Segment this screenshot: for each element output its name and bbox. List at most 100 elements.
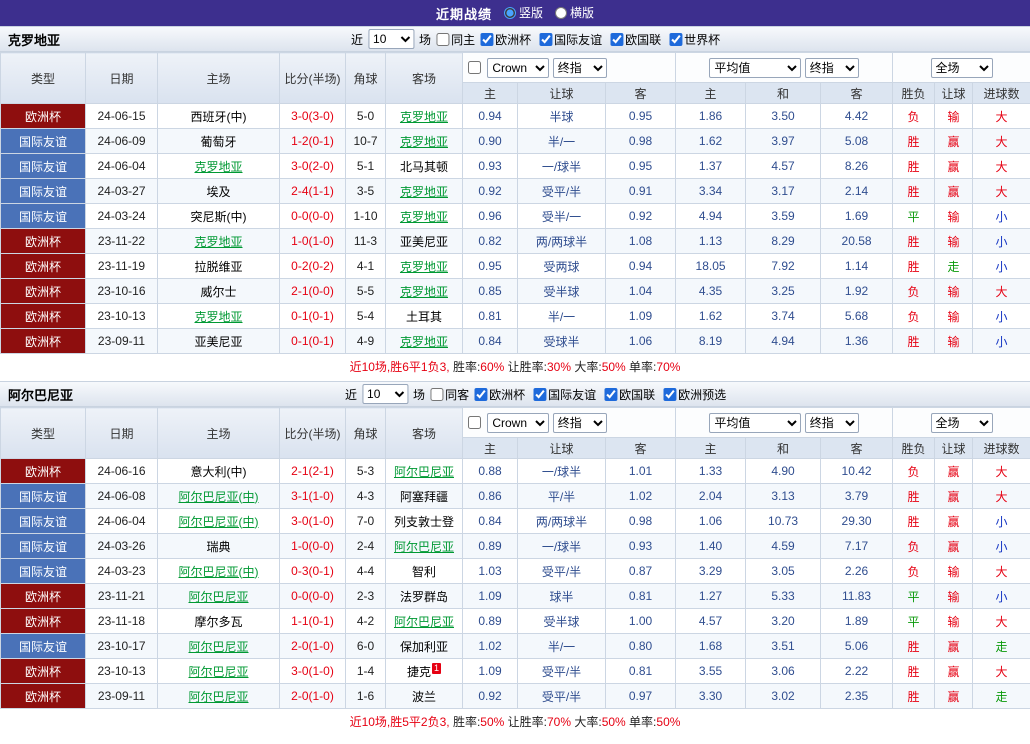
home-team[interactable]: 阿尔巴尼亚(中): [157, 483, 280, 509]
asian-away-odds: 0.91: [604, 178, 677, 204]
home-team[interactable]: 阿尔巴尼亚(中): [157, 558, 280, 584]
scope-select[interactable]: 全场: [930, 57, 993, 78]
euro-period-select[interactable]: 终指: [804, 412, 859, 433]
euro-avg-select[interactable]: 平均值: [709, 412, 802, 433]
win-loss-result: 平: [892, 203, 936, 229]
same-venue-checkbox-input[interactable]: [436, 32, 450, 46]
layout-radio-label: 横版: [570, 6, 595, 21]
corner-score: 5-4: [345, 303, 386, 329]
competition-checkbox[interactable]: 国际友谊: [539, 31, 602, 48]
bookmaker-period-select[interactable]: 终指: [552, 412, 607, 433]
layout-radio-input[interactable]: [555, 6, 567, 19]
euro-avg-select[interactable]: 平均值: [709, 57, 802, 78]
layout-radio-input[interactable]: [503, 6, 516, 19]
euro-home-odds: 1.13: [675, 228, 747, 254]
match-row: 欧洲杯 23-11-19 拉脱维亚 0-2(0-2) 4-1 克罗地亚 0.95…: [0, 253, 1030, 279]
match-row: 欧洲杯 23-11-21 阿尔巴尼亚 0-0(0-0) 2-3 法罗群岛 1.0…: [0, 583, 1030, 609]
asian-away-odds: 0.87: [604, 558, 677, 584]
home-team[interactable]: 阿尔巴尼亚(中): [157, 508, 280, 534]
home-team: 葡萄牙: [157, 128, 280, 154]
summary-segment: 胜率:: [452, 715, 481, 729]
home-team[interactable]: 阿尔巴尼亚: [157, 658, 280, 684]
col-header-euro-away: 客: [820, 82, 894, 104]
home-team[interactable]: 克罗地亚: [157, 153, 280, 179]
match-date: 23-11-22: [85, 228, 158, 254]
away-team[interactable]: 克罗地亚: [385, 253, 463, 279]
away-team[interactable]: 克罗地亚: [385, 203, 463, 229]
layout-radio-vertical[interactable]: 竖版: [503, 4, 543, 21]
score: 3-0(1-0): [279, 658, 346, 684]
match-count-select[interactable]: 10: [362, 384, 409, 404]
competition-checkbox-input[interactable]: [539, 32, 553, 46]
score: 1-0(1-0): [279, 228, 346, 254]
score: 0-0(0-0): [279, 203, 346, 229]
bookmaker-checkbox[interactable]: [468, 61, 481, 74]
bookmaker-checkbox[interactable]: [468, 416, 481, 429]
bookmaker-select[interactable]: Crown: [487, 412, 550, 433]
competition-checkbox-input[interactable]: [669, 32, 683, 46]
competition-label: 欧国联: [619, 387, 656, 402]
corner-score: 6-0: [345, 633, 386, 659]
match-count-select[interactable]: 10: [368, 29, 415, 49]
corner-score: 2-3: [345, 583, 386, 609]
asian-away-odds: 0.80: [604, 633, 677, 659]
match-type: 欧洲杯: [0, 583, 86, 609]
away-team[interactable]: 克罗地亚: [385, 178, 463, 204]
same-venue-checkbox[interactable]: 同主: [436, 31, 475, 48]
away-team[interactable]: 阿尔巴尼亚: [385, 458, 463, 484]
away-team[interactable]: 阿尔巴尼亚: [385, 533, 463, 559]
home-team[interactable]: 克罗地亚: [157, 228, 280, 254]
goals-result: 大: [972, 178, 1030, 204]
away-team: 法罗群岛: [385, 583, 463, 609]
competition-label: 欧洲杯: [495, 32, 532, 47]
col-header-asian-away: 客: [604, 82, 677, 104]
euro-draw-odds: 4.57: [745, 153, 822, 179]
away-team[interactable]: 克罗地亚: [385, 103, 463, 129]
asian-away-odds: 0.81: [604, 658, 677, 684]
competition-checkbox[interactable]: 欧国联: [604, 386, 655, 403]
competition-checkbox-input[interactable]: [480, 32, 494, 46]
goals-result: 小: [972, 228, 1030, 254]
competition-checkbox[interactable]: 欧洲杯: [474, 386, 525, 403]
summary-segment: 胜率:: [452, 360, 481, 374]
competition-checkbox-input[interactable]: [663, 387, 677, 401]
asian-handicap: 受平/半: [517, 178, 606, 204]
asian-handicap: 受半球: [517, 608, 606, 634]
competition-checkbox[interactable]: 世界杯: [669, 31, 720, 48]
corner-score: 5-5: [345, 278, 386, 304]
competition-checkbox-input[interactable]: [610, 32, 624, 46]
scope-select[interactable]: 全场: [930, 412, 993, 433]
euro-period-select[interactable]: 终指: [804, 57, 859, 78]
summary-segment: 70%: [546, 715, 572, 729]
competition-checkbox-input[interactable]: [533, 387, 547, 401]
same-venue-checkbox-input[interactable]: [430, 387, 444, 401]
same-venue-checkbox[interactable]: 同客: [430, 386, 469, 403]
home-team[interactable]: 阿尔巴尼亚: [157, 683, 280, 709]
competition-checkbox[interactable]: 欧洲杯: [480, 31, 531, 48]
away-team[interactable]: 克罗地亚: [385, 128, 463, 154]
competition-checkbox-input[interactable]: [474, 387, 488, 401]
handicap-result: 输: [934, 583, 974, 609]
asian-away-odds: 1.06: [604, 328, 677, 354]
away-team[interactable]: 克罗地亚: [385, 328, 463, 354]
match-type: 欧洲杯: [0, 278, 86, 304]
layout-radio-horizontal[interactable]: 横版: [555, 4, 594, 21]
goals-result: 走: [972, 633, 1030, 659]
match-date: 23-09-11: [85, 683, 158, 709]
handicap-result: 赢: [934, 658, 974, 684]
away-team[interactable]: 克罗地亚: [385, 278, 463, 304]
competition-checkbox[interactable]: 欧国联: [610, 31, 661, 48]
home-team[interactable]: 克罗地亚: [157, 303, 280, 329]
competition-checkbox[interactable]: 国际友谊: [533, 386, 596, 403]
competition-checkbox-input[interactable]: [604, 387, 618, 401]
competition-checkbox[interactable]: 欧洲预选: [663, 386, 726, 403]
bookmaker-period-select[interactable]: 终指: [552, 57, 607, 78]
away-team: 北马其顿: [385, 153, 463, 179]
match-type: 欧洲杯: [0, 608, 86, 634]
away-team[interactable]: 阿尔巴尼亚: [385, 608, 463, 634]
asian-away-odds: 0.98: [604, 128, 677, 154]
home-team[interactable]: 阿尔巴尼亚: [157, 633, 280, 659]
away-team: 土耳其: [385, 303, 463, 329]
home-team[interactable]: 阿尔巴尼亚: [157, 583, 280, 609]
bookmaker-select[interactable]: Crown: [487, 57, 550, 78]
